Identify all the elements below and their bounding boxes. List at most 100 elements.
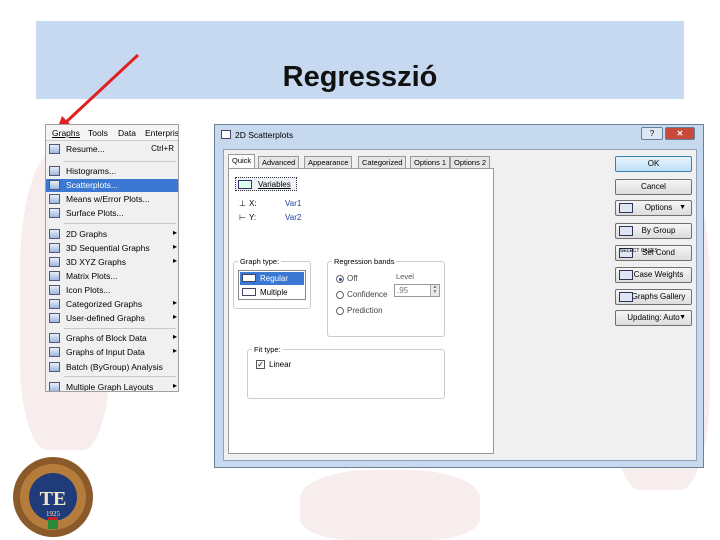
menubar-tools[interactable]: Tools — [88, 128, 108, 138]
menu-item-matrix-plots[interactable]: Matrix Plots... — [46, 270, 178, 283]
categorized-icon — [49, 299, 60, 309]
scatterplot-dialog: 2D Scatterplots ? ✕ Quick Advanced Appea… — [214, 124, 704, 468]
updating-dropdown-icon: ▼ — [679, 314, 686, 321]
tab-quick[interactable]: Quick — [228, 154, 256, 169]
menu-item-user-defined-graphs[interactable]: User-defined Graphs ▸ — [46, 312, 178, 325]
surface-plot-icon — [49, 208, 60, 218]
menu-item-batch-bygroup-analysis[interactable]: Batch (ByGroup) Analysis — [46, 361, 178, 374]
input-data-icon — [49, 347, 60, 357]
submenu-arrow-icon: ▸ — [172, 332, 177, 341]
graph-type-multiple[interactable]: Multiple — [240, 286, 304, 299]
select-cases-icon: SELECT CASES — [619, 248, 658, 258]
variables-icon — [238, 180, 252, 189]
tab-options-2[interactable]: Options 2 — [450, 156, 491, 168]
band-off-dot — [336, 275, 344, 283]
menu-item-3d-xyz-graphs[interactable]: 3D XYZ Graphs ▸ — [46, 256, 178, 269]
3d-sequential-icon — [49, 243, 60, 253]
case-weights-button[interactable]: Case Weights — [615, 267, 692, 283]
submenu-arrow-icon: ▸ — [172, 298, 177, 307]
matrix-plot-icon — [49, 271, 60, 281]
help-button[interactable]: ? — [641, 127, 663, 140]
menu-item-label: Histograms... — [66, 166, 117, 176]
submenu-arrow-icon: ▸ — [172, 228, 177, 237]
x-label: X: — [249, 199, 257, 208]
graph-type-regular[interactable]: Regular — [240, 272, 304, 285]
university-seal-logo: TE 1925 — [13, 457, 93, 537]
menu-item-multiple-graph-layouts[interactable]: Multiple Graph Layouts ▸ — [46, 381, 178, 392]
3d-xyz-icon — [49, 257, 60, 267]
seal-year: 1925 — [46, 510, 61, 518]
sel-cond-button[interactable]: SELECT CASES Sel Cond — [615, 245, 692, 261]
by-group-button[interactable]: By Group — [615, 223, 692, 239]
menu-item-label: 3D Sequential Graphs — [66, 243, 150, 253]
y-axis-icon: ⊢ — [239, 213, 246, 222]
block-data-icon — [49, 333, 60, 343]
menubar-data[interactable]: Data — [118, 128, 136, 138]
menu-item-graphs-of-block-data[interactable]: Graphs of Block Data ▸ — [46, 332, 178, 345]
updating-dropdown[interactable]: Updating: Auto ▼ — [615, 310, 692, 326]
menu-item-histograms[interactable]: Histograms... — [46, 165, 178, 178]
tab-appearance[interactable]: Appearance — [304, 156, 353, 168]
band-prediction-dot — [336, 307, 344, 315]
scatterplot-icon — [49, 180, 60, 190]
x-variable-row: ⊥ X: Var1 — [239, 199, 301, 208]
dialog-content: Quick Advanced Appearance Categorized Op… — [223, 149, 697, 461]
menu-item-surface-plots[interactable]: Surface Plots... — [46, 207, 178, 220]
menu-item-label: Surface Plots... — [66, 208, 124, 218]
level-value: .95 — [397, 286, 409, 295]
close-button[interactable]: ✕ — [665, 127, 695, 140]
menu-item-3d-sequential-graphs[interactable]: 3D Sequential Graphs ▸ — [46, 242, 178, 255]
options-label: Options — [644, 203, 673, 212]
menubar-enterprise[interactable]: Enterprise — [145, 128, 178, 138]
x-value: Var1 — [285, 199, 302, 208]
spinner-arrows-icon: ▲ ▼ — [430, 285, 439, 296]
menu-item-resume[interactable]: Resume... Ctrl+R — [46, 143, 178, 156]
menu-item-label: Multiple Graph Layouts — [66, 382, 154, 392]
tab-categorized[interactable]: Categorized — [358, 156, 407, 168]
resume-icon — [49, 144, 60, 154]
dialog-app-icon — [221, 130, 231, 139]
updating-label: Updating: Auto — [627, 313, 680, 322]
menu-item-2d-graphs[interactable]: 2D Graphs ▸ — [46, 228, 178, 241]
menu-item-shortcut: Ctrl+R — [151, 144, 174, 153]
graphs-gallery-button[interactable]: Graphs Gallery — [615, 289, 692, 305]
menu-item-label: Resume... — [66, 144, 105, 154]
submenu-arrow-icon: ▸ — [172, 381, 177, 390]
cancel-button[interactable]: Cancel — [615, 179, 692, 195]
submenu-arrow-icon: ▸ — [172, 256, 177, 265]
dialog-title: 2D Scatterplots — [235, 130, 294, 140]
menu-item-label: Scatterplots... — [66, 180, 118, 190]
options-button[interactable]: Options ▼ — [615, 200, 692, 216]
menu-item-label: Graphs of Input Data — [66, 347, 145, 357]
menu-item-label: User-defined Graphs — [66, 313, 145, 323]
fit-type-group: Fit type: ✓ Linear — [247, 345, 445, 399]
menu-item-categorized-graphs[interactable]: Categorized Graphs ▸ — [46, 298, 178, 311]
user-defined-icon — [49, 313, 60, 323]
level-spinner[interactable]: .95 ▲ ▼ — [394, 284, 440, 297]
menu-item-icon-plots[interactable]: Icon Plots... — [46, 284, 178, 297]
menu-item-means-w-error-plots[interactable]: Means w/Error Plots... — [46, 193, 178, 206]
graph-type-group: Graph type: Regular Multiple — [233, 257, 311, 309]
tab-advanced[interactable]: Advanced — [258, 156, 300, 168]
band-prediction-label: Prediction — [347, 306, 383, 315]
level-label: Level — [396, 272, 414, 281]
menu-item-label: Graphs of Block Data — [66, 333, 147, 343]
tab-options-1[interactable]: Options 1 — [410, 156, 451, 168]
y-variable-row: ⊢ Y: Var2 — [239, 213, 301, 222]
menu-item-scatterplots[interactable]: Scatterplots... — [46, 179, 178, 192]
graph-type-multiple-label: Multiple — [260, 288, 288, 297]
menu-item-label: 2D Graphs — [66, 229, 108, 239]
ok-button[interactable]: OK — [615, 156, 692, 172]
background-figure-bottom — [300, 470, 480, 540]
multiple-graph-icon — [242, 288, 256, 296]
fit-type-label: Fit type: — [252, 345, 283, 354]
graph-type-regular-label: Regular — [260, 274, 289, 283]
variables-button[interactable]: Variables — [235, 177, 297, 191]
icon-plot-icon — [49, 285, 60, 295]
regression-bands-group: Regression bands Off Confidence Predicti… — [327, 257, 445, 337]
menubar-graphs[interactable]: Graphs — [52, 128, 80, 138]
2d-graph-icon — [49, 229, 60, 239]
checkmark-icon: ✓ — [256, 360, 265, 369]
band-confidence-label: Confidence — [347, 290, 388, 299]
menu-item-graphs-of-input-data[interactable]: Graphs of Input Data ▸ — [46, 346, 178, 359]
